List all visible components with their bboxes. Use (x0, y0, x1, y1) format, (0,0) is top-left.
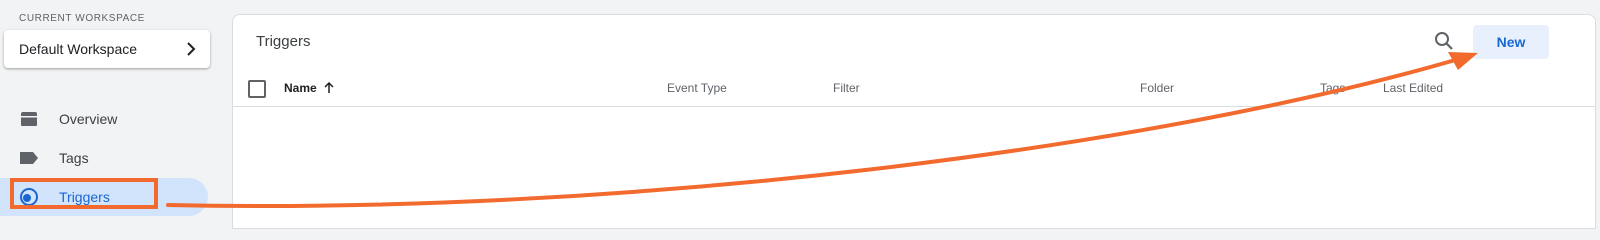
folder-icon (18, 108, 40, 130)
sidebar-item-tags[interactable]: Tags (0, 139, 208, 177)
column-header-event-type[interactable]: Event Type (667, 81, 727, 95)
sidebar-item-label: Tags (59, 150, 89, 166)
workspace-selector[interactable]: Default Workspace (4, 30, 210, 68)
column-header-label: Name (284, 81, 317, 95)
tag-icon (18, 147, 40, 169)
chevron-right-icon (187, 42, 196, 56)
sidebar-item-label: Triggers (59, 189, 110, 205)
page-title: Triggers (256, 33, 311, 50)
triggers-panel: Triggers New Name Event Type Filter Fold… (232, 14, 1596, 229)
trigger-icon (18, 186, 40, 208)
column-header-tags[interactable]: Tags (1320, 81, 1345, 95)
column-header-last-edited[interactable]: Last Edited (1383, 81, 1443, 95)
sidebar-item-label: Overview (59, 111, 118, 127)
sidebar-item-triggers[interactable]: Triggers (0, 178, 208, 216)
column-header-name[interactable]: Name (284, 81, 335, 95)
app-root: CURRENT WORKSPACE Default Workspace Over… (0, 0, 1600, 229)
column-header-filter[interactable]: Filter (833, 81, 860, 95)
search-icon[interactable] (1432, 29, 1456, 53)
workspace-name: Default Workspace (19, 41, 138, 57)
column-header-folder[interactable]: Folder (1140, 81, 1174, 95)
new-trigger-button[interactable]: New (1473, 25, 1549, 59)
workspace-label: CURRENT WORKSPACE (19, 13, 145, 24)
table-header: Name Event Type Filter Folder Tags Last … (233, 71, 1595, 107)
arrow-up-icon (324, 82, 334, 93)
sidebar-item-overview[interactable]: Overview (0, 100, 208, 138)
select-all-checkbox[interactable] (248, 80, 266, 98)
